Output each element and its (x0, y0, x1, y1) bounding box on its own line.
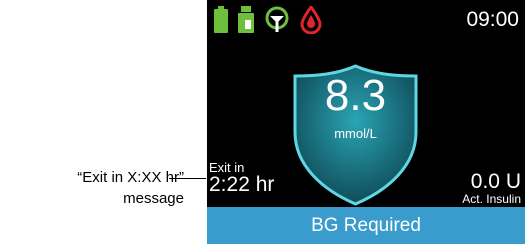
bg-required-banner[interactable]: BG Required (207, 207, 525, 244)
callout-leader-line (169, 178, 206, 179)
exit-message-callout: “Exit in X:XX hr” message (34, 167, 184, 209)
pump-screen: 09:00 8.3 mmol/L Exit in 2:22 hr 0.0 U A… (207, 0, 525, 244)
callout-line-2: message (123, 190, 184, 207)
blood-drop-icon (300, 6, 322, 34)
glucose-value: 8.3 (324, 71, 387, 120)
clock-time: 09:00 (466, 8, 519, 31)
glucose-unit: mmol/L (334, 126, 377, 141)
insulin-cartridge-icon (238, 6, 254, 33)
status-bar: 09:00 (207, 0, 525, 36)
callout-line-1: “Exit in X:XX hr” (77, 169, 184, 186)
exit-time: 2:22 hr (209, 173, 275, 196)
sensor-signal-icon (265, 6, 289, 32)
active-insulin-value: 0.0 U (470, 170, 521, 193)
active-insulin-label: Act. Insulin (462, 192, 521, 206)
battery-icon (214, 6, 228, 33)
